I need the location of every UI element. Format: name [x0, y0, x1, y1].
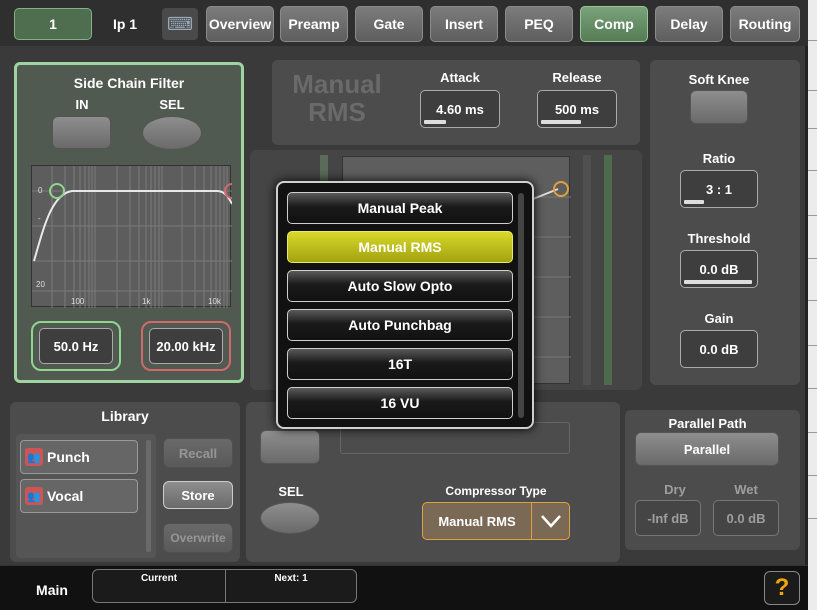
top-bar: 1 Ip 1 ⌨ Overview Preamp Gate Insert PEQ… — [0, 0, 808, 46]
channel-name[interactable]: Ip 1 — [100, 8, 150, 40]
tab-overview[interactable]: Overview — [206, 6, 274, 42]
graph-tick-y-0: 0 — [38, 186, 43, 195]
attack-release-panel: Manual RMS Attack 4.60 ms Release 500 ms — [272, 60, 640, 145]
library-list: 👥 Punch 👥 Vocal — [16, 434, 156, 558]
graph-tick-x-0: 100 — [71, 297, 85, 306]
soft-knee-button[interactable] — [690, 90, 748, 124]
tab-routing[interactable]: Routing — [730, 6, 800, 42]
overwrite-button[interactable]: Overwrite — [163, 523, 233, 553]
sidechain-sel-button[interactable] — [142, 116, 202, 150]
library-scrollbar[interactable] — [146, 440, 151, 552]
gain-reduction-meter — [583, 155, 591, 385]
option-manual-peak[interactable]: Manual Peak — [287, 192, 513, 224]
tab-gate[interactable]: Gate — [355, 6, 423, 42]
filter-graph[interactable]: 0 - 20 100 1k 10k — [31, 165, 240, 308]
attack-value[interactable]: 4.60 ms — [420, 90, 500, 128]
compressor-type-select[interactable]: Manual RMS — [422, 502, 570, 540]
sidechain-in-label: IN — [75, 97, 89, 112]
comp-sel-button[interactable] — [260, 502, 320, 534]
parallel-button[interactable]: Parallel — [635, 432, 779, 466]
right-params-panel: Soft Knee Ratio 3 : 1 Threshold 0.0 dB G… — [650, 60, 800, 385]
threshold-value[interactable]: 0.0 dB — [680, 250, 758, 288]
high-freq-value[interactable]: 20.00 kHz — [149, 328, 223, 364]
store-button[interactable]: Store — [163, 481, 233, 509]
tab-preamp[interactable]: Preamp — [280, 6, 348, 42]
output-meter — [604, 155, 612, 385]
graph-tick-y-1: - — [38, 214, 41, 223]
option-manual-rms[interactable]: Manual RMS — [287, 231, 513, 263]
wet-label: Wet — [734, 482, 758, 497]
dry-label: Dry — [664, 482, 686, 497]
threshold-label: Threshold — [687, 231, 751, 246]
library-panel: Library 👥 Punch 👥 Vocal Recall Store Ove… — [10, 402, 240, 562]
recall-button[interactable]: Recall — [163, 438, 233, 468]
user-group-icon: 👥 — [25, 487, 43, 505]
attack-label: Attack — [440, 70, 480, 85]
release-value[interactable]: 500 ms — [537, 90, 617, 128]
library-item[interactable]: 👥 Vocal — [20, 479, 138, 513]
side-chain-filter-panel: Side Chain Filter IN SEL 0 - 20 100 1k 1… — [14, 62, 244, 383]
option-auto-punchbag[interactable]: Auto Punchbag — [287, 309, 513, 341]
compressor-type-value: Manual RMS — [438, 513, 516, 529]
right-edge — [808, 0, 817, 610]
channel-number-button[interactable]: 1 — [14, 8, 92, 40]
side-chain-title: Side Chain Filter — [73, 75, 185, 91]
gain-label: Gain — [704, 311, 734, 326]
parallel-path-panel: Parallel Path Parallel Dry -Inf dB Wet 0… — [625, 410, 800, 550]
compressor-type-label: Compressor Type — [445, 484, 547, 498]
next-scene-label: Next: 1 — [274, 573, 308, 584]
low-freq-value[interactable]: 50.0 Hz — [39, 328, 113, 364]
graph-tick-x-2: 10k — [208, 297, 221, 306]
option-16t[interactable]: 16T — [287, 348, 513, 380]
library-item[interactable]: 👥 Punch — [20, 440, 138, 474]
filter-curve-svg — [32, 166, 240, 308]
chevron-down-icon[interactable] — [531, 503, 569, 539]
sidechain-in-button[interactable] — [52, 116, 111, 149]
sidechain-sel-label: SEL — [159, 97, 185, 112]
parallel-path-title: Parallel Path — [668, 416, 747, 431]
dry-value[interactable]: -Inf dB — [635, 500, 701, 536]
dropdown-scrollbar[interactable] — [518, 193, 524, 418]
release-label: Release — [552, 70, 602, 85]
graph-tick-y-2: 20 — [36, 280, 45, 289]
ratio-value[interactable]: 3 : 1 — [680, 170, 758, 208]
keyboard-icon[interactable]: ⌨ — [162, 8, 198, 40]
main-label[interactable]: Main — [14, 576, 90, 604]
comp-sel-label: SEL — [278, 484, 304, 499]
graph-tick-x-1: 1k — [142, 297, 151, 306]
gain-value[interactable]: 0.0 dB — [680, 330, 758, 368]
tab-comp[interactable]: Comp — [580, 6, 648, 42]
tab-insert[interactable]: Insert — [430, 6, 498, 42]
compressor-type-dropdown: Manual Peak Manual RMS Auto Slow Opto Au… — [276, 181, 534, 429]
scene-box[interactable]: Current Next: 1 — [92, 569, 357, 603]
option-16-vu[interactable]: 16 VU — [287, 387, 513, 419]
bottom-bar: Main Current Next: 1 ? — [0, 565, 808, 610]
help-button[interactable]: ? — [764, 571, 800, 605]
mode-watermark: Manual RMS — [292, 69, 382, 127]
soft-knee-label: Soft Knee — [688, 72, 750, 87]
wet-value[interactable]: 0.0 dB — [713, 500, 779, 536]
ratio-label: Ratio — [702, 151, 736, 166]
option-auto-slow-opto[interactable]: Auto Slow Opto — [287, 270, 513, 302]
tab-delay[interactable]: Delay — [655, 6, 723, 42]
user-group-icon: 👥 — [25, 448, 43, 466]
sel-top-button[interactable] — [260, 430, 320, 464]
tab-peq[interactable]: PEQ — [505, 6, 573, 42]
current-scene-label: Current — [140, 573, 178, 584]
library-title: Library — [101, 408, 149, 424]
